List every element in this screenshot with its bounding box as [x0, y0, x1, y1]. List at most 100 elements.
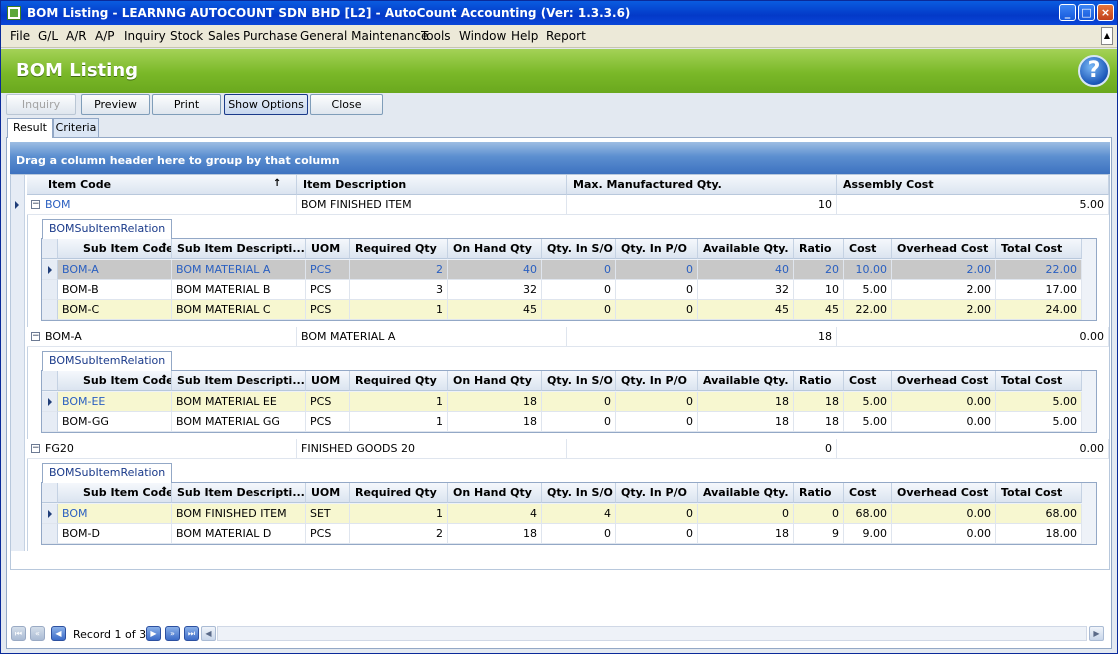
sub-cell: BOM-GG: [58, 412, 172, 432]
prev-page-icon[interactable]: «: [30, 626, 45, 641]
menu-file[interactable]: File: [10, 29, 30, 43]
sub-row-indicator[interactable]: [42, 280, 58, 300]
detail-column-header[interactable]: UOM: [306, 239, 350, 259]
menu-inquiry[interactable]: Inquiry: [124, 29, 166, 43]
sub-cell: 0: [542, 524, 616, 544]
detail-indicator: [11, 215, 25, 327]
sub-cell: 2.00: [892, 260, 996, 280]
detail-column-header[interactable]: Qty. In S/O: [542, 371, 616, 391]
show-options-button[interactable]: Show Options: [224, 94, 308, 115]
detail-column-header[interactable]: Qty. In S/O: [542, 239, 616, 259]
detail-tab-bomsubitemrelation[interactable]: BOMSubItemRelation: [42, 219, 173, 239]
first-record-icon[interactable]: ⏮: [11, 626, 26, 641]
menu-ap[interactable]: A/P: [95, 29, 115, 43]
detail-column-header[interactable]: Overhead Cost: [892, 483, 996, 503]
column-header[interactable]: Max. Manufactured Qty.: [567, 175, 837, 195]
close-window-button[interactable]: ×: [1097, 4, 1114, 21]
menu-tools[interactable]: Tools: [421, 29, 451, 43]
menu-purchase[interactable]: Purchase: [243, 29, 298, 43]
detail-column-header[interactable]: Cost: [844, 239, 892, 259]
detail-column-header[interactable]: Ratio: [794, 239, 844, 259]
detail-column-header[interactable]: Total Cost: [996, 483, 1082, 503]
detail-column-header[interactable]: Available Qty.: [698, 239, 794, 259]
help-icon[interactable]: ?: [1078, 55, 1110, 87]
detail-column-header[interactable]: Qty. In P/O: [616, 483, 698, 503]
horizontal-scrollbar[interactable]: [217, 626, 1087, 641]
sub-cell: 0: [616, 412, 698, 432]
detail-column-header[interactable]: Sub Item Descripti...: [172, 371, 306, 391]
detail-column-header[interactable]: Overhead Cost: [892, 371, 996, 391]
detail-column-header[interactable]: Overhead Cost: [892, 239, 996, 259]
group-by-bar[interactable]: Drag a column header here to group by th…: [10, 142, 1110, 174]
menu-help[interactable]: Help: [511, 29, 538, 43]
detail-column-header[interactable]: Cost: [844, 371, 892, 391]
tab-criteria[interactable]: Criteria: [53, 118, 99, 137]
detail-column-header[interactable]: Cost: [844, 483, 892, 503]
menu-ar[interactable]: A/R: [66, 29, 87, 43]
detail-column-header[interactable]: Total Cost: [996, 371, 1082, 391]
main-cell-code: FG20: [27, 439, 297, 459]
detail-column-header[interactable]: Sub Item Code: [58, 371, 172, 391]
page-header: BOM Listing ?: [1, 49, 1117, 93]
column-header[interactable]: Assembly Cost: [837, 175, 1109, 195]
detail-column-header[interactable]: Required Qty: [350, 483, 448, 503]
sub-cell: 0: [542, 392, 616, 412]
detail-column-header[interactable]: UOM: [306, 483, 350, 503]
menu-general-maintenance[interactable]: General Maintenance: [300, 29, 428, 43]
detail-column-header[interactable]: Available Qty.: [698, 483, 794, 503]
menu-window[interactable]: Window: [459, 29, 506, 43]
detail-column-header[interactable]: UOM: [306, 371, 350, 391]
sub-row-indicator[interactable]: [42, 300, 58, 320]
column-header[interactable]: Item Description: [297, 175, 567, 195]
sub-cell: 40: [448, 260, 542, 280]
preview-button[interactable]: Preview: [81, 94, 150, 115]
detail-column-header[interactable]: Total Cost: [996, 239, 1082, 259]
menu-gl[interactable]: G/L: [38, 29, 58, 43]
sub-cell: 32: [448, 280, 542, 300]
last-record-icon[interactable]: ⏭: [184, 626, 199, 641]
tab-result[interactable]: Result: [7, 118, 53, 138]
maximize-button[interactable]: □: [1078, 4, 1095, 21]
detail-column-header[interactable]: Required Qty: [350, 371, 448, 391]
sub-cell: PCS: [306, 260, 350, 280]
scroll-right-icon[interactable]: ▶: [1089, 626, 1104, 641]
detail-column-header[interactable]: Qty. In P/O: [616, 239, 698, 259]
menu-stock[interactable]: Stock: [170, 29, 203, 43]
detail-column-header[interactable]: On Hand Qty: [448, 239, 542, 259]
detail-column-header[interactable]: Available Qty.: [698, 371, 794, 391]
detail-tab-bomsubitemrelation[interactable]: BOMSubItemRelation: [42, 463, 173, 483]
sub-row-indicator[interactable]: [42, 524, 58, 544]
menu-sales[interactable]: Sales: [208, 29, 240, 43]
detail-column-header[interactable]: Sub Item Code: [58, 483, 172, 503]
detail-column-header[interactable]: Ratio: [794, 371, 844, 391]
detail-column-header[interactable]: Qty. In P/O: [616, 371, 698, 391]
close-button[interactable]: Close: [310, 94, 383, 115]
inquiry-button[interactable]: Inquiry: [6, 94, 76, 115]
detail-header-indicator: [42, 239, 58, 259]
detail-column-header[interactable]: Required Qty: [350, 239, 448, 259]
main-cell-code: BOM: [27, 195, 297, 215]
row-indicator[interactable]: [11, 327, 25, 347]
next-record-icon[interactable]: ▶: [146, 626, 161, 641]
row-indicator[interactable]: [11, 439, 25, 459]
prev-record-icon[interactable]: ◀: [51, 626, 66, 641]
detail-column-header[interactable]: Sub Item Descripti...: [172, 239, 306, 259]
menu-report[interactable]: Report: [546, 29, 586, 43]
detail-tab-bomsubitemrelation[interactable]: BOMSubItemRelation: [42, 351, 173, 371]
next-page-icon[interactable]: »: [165, 626, 180, 641]
sub-cell: 0: [616, 504, 698, 524]
mdi-scroll-icon[interactable]: ▲: [1101, 27, 1113, 45]
sub-cell: 5.00: [844, 392, 892, 412]
print-button[interactable]: Print: [152, 94, 221, 115]
detail-column-header[interactable]: Sub Item Descripti...: [172, 483, 306, 503]
sub-row-indicator[interactable]: [42, 412, 58, 432]
detail-column-header[interactable]: On Hand Qty: [448, 483, 542, 503]
column-header[interactable]: Item Code: [27, 175, 297, 195]
detail-column-header[interactable]: Sub Item Code: [58, 239, 172, 259]
detail-column-header[interactable]: Qty. In S/O: [542, 483, 616, 503]
minimize-button[interactable]: _: [1059, 4, 1076, 21]
sub-cell: 4: [542, 504, 616, 524]
detail-column-header[interactable]: Ratio: [794, 483, 844, 503]
detail-column-header[interactable]: On Hand Qty: [448, 371, 542, 391]
scroll-left-icon[interactable]: ◀: [201, 626, 216, 641]
